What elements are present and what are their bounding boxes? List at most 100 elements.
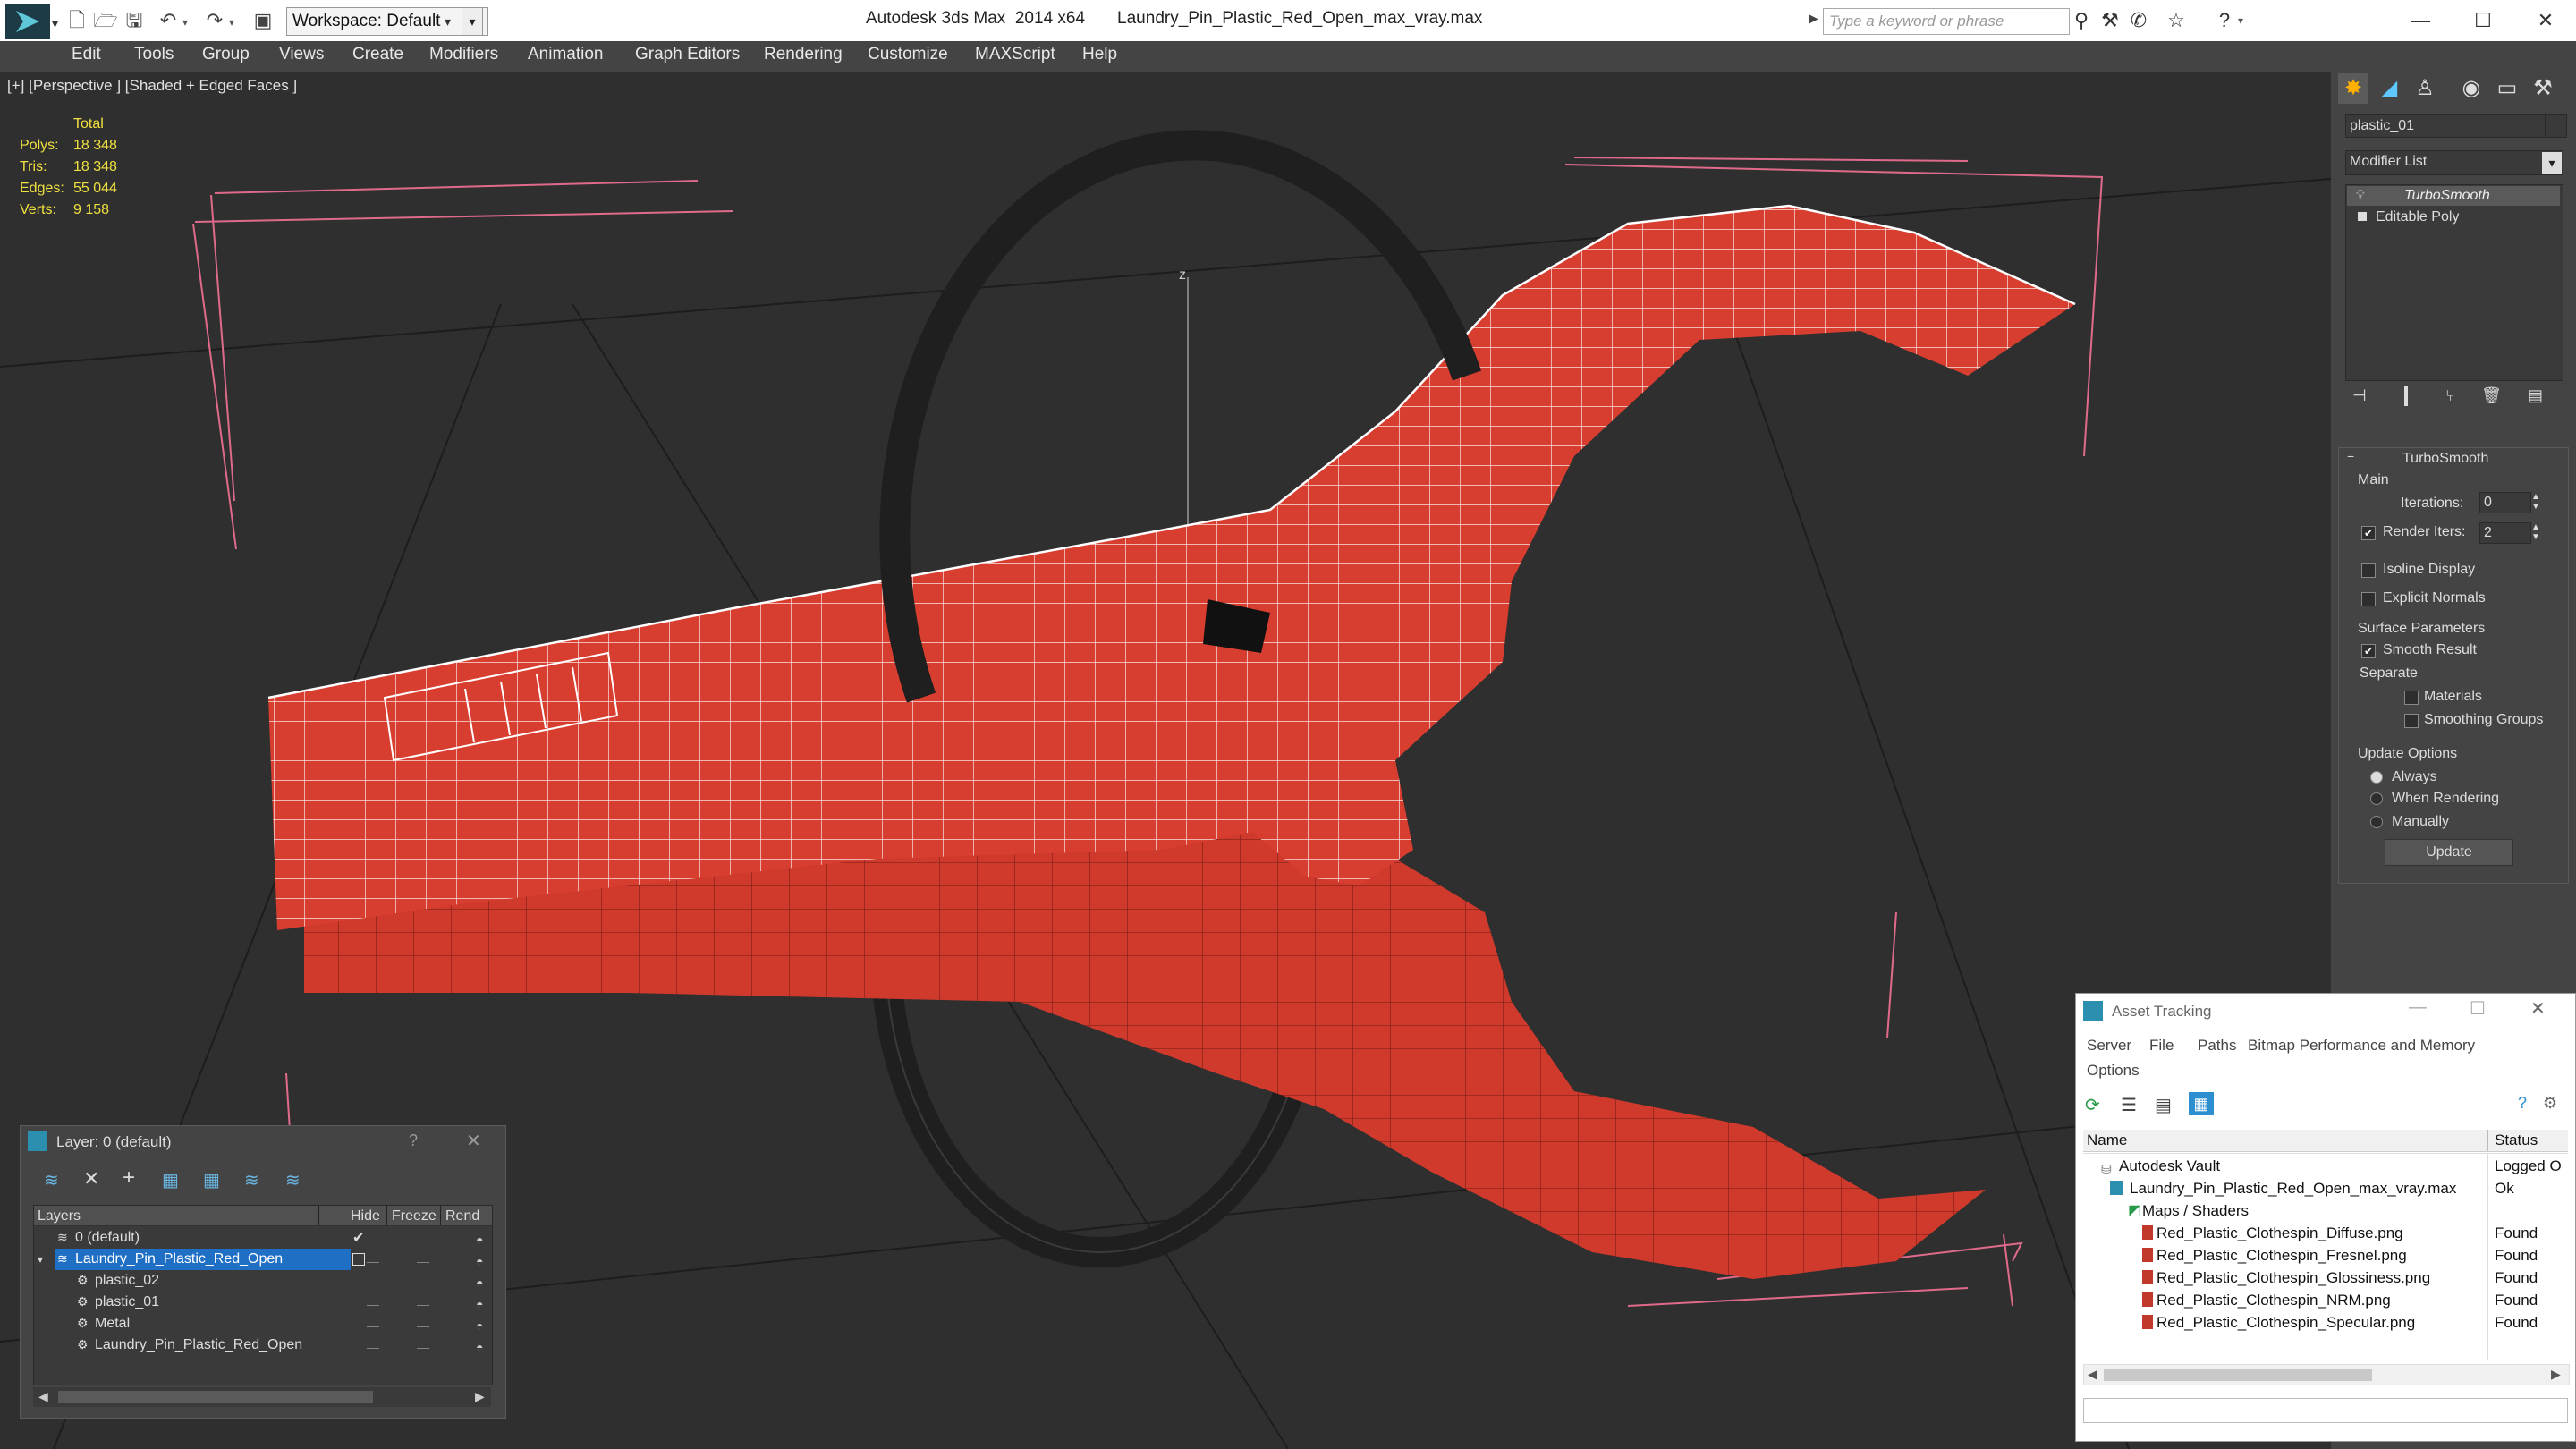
select-objects-icon[interactable]: ▦	[162, 1169, 179, 1191]
menu-edit[interactable]: Edit	[72, 45, 101, 64]
menu-rendering[interactable]: Rendering	[764, 45, 843, 64]
render-teapot-icons[interactable]: ◓ ◓ ◓ ◓ ◓ ◓	[476, 1229, 483, 1358]
asset-row[interactable]: Red_Plastic_Clothespin_Fresnel.png Found	[2083, 1244, 2568, 1267]
column-hide[interactable]: Hide	[351, 1208, 380, 1224]
help-icon[interactable]: ?	[409, 1131, 418, 1150]
object-name-field[interactable]: plastic_01	[2345, 114, 2546, 138]
column-name[interactable]: Name	[2087, 1131, 2127, 1149]
asset-row[interactable]: Laundry_Pin_Plastic_Red_Open_max_vray.ma…	[2083, 1177, 2568, 1199]
modifier-stack-item-turbosmooth[interactable]: 💡︎ TurboSmooth	[2347, 186, 2560, 206]
modifier-stack-item-editable-poly[interactable]: Editable Poly	[2347, 208, 2560, 227]
current-layer-box-icon[interactable]	[352, 1253, 365, 1266]
binoculars-icon[interactable]: ⚲	[2070, 9, 2093, 32]
smooth-result-checkbox[interactable]: ✔	[2361, 644, 2376, 658]
menu-views[interactable]: Views	[279, 45, 324, 64]
workspace-expand-button[interactable]: ▾	[462, 7, 483, 36]
delete-layer-icon[interactable]: ✕	[83, 1167, 99, 1191]
search-input[interactable]: Type a keyword or phrase	[1823, 8, 2070, 35]
workspace-dropdown[interactable]: Workspace: Default ▾	[286, 7, 488, 36]
asset-row[interactable]: ◩ Maps / Shaders	[2083, 1199, 2568, 1222]
lightbulb-icon[interactable]: 💡︎	[2356, 187, 2365, 202]
rollout-title[interactable]: TurboSmooth	[2402, 451, 2488, 467]
menu-graph-editors[interactable]: Graph Editors	[635, 45, 740, 64]
collapse-arrow-icon[interactable]: ▾	[38, 1249, 52, 1270]
column-freeze[interactable]: Freeze	[392, 1208, 436, 1224]
undo-icon[interactable]: ↶	[156, 9, 181, 32]
update-button[interactable]: Update	[2385, 839, 2513, 866]
minimize-button[interactable]: —	[2394, 5, 2447, 36]
create-tab-icon[interactable]: ✸	[2338, 73, 2368, 104]
help-icon[interactable]: ?	[2518, 1094, 2527, 1113]
asset-menu-bitmap-performance[interactable]: Bitmap Performance and Memory	[2248, 1037, 2475, 1055]
asset-menu-server[interactable]: Server	[2087, 1037, 2131, 1055]
redo-dropdown-icon[interactable]: ▾	[229, 16, 234, 29]
refresh-icon[interactable]: ⟳	[2085, 1094, 2100, 1116]
new-file-icon[interactable]: 🗋	[64, 9, 89, 32]
open-file-icon[interactable]: 🗁	[93, 9, 118, 32]
help-dropdown-icon[interactable]: ▾	[2238, 14, 2243, 27]
collapse-icon[interactable]: −	[2347, 449, 2354, 463]
undo-dropdown-icon[interactable]: ▾	[182, 16, 188, 29]
asset-path-field[interactable]	[2083, 1398, 2568, 1423]
expand-plus-icon[interactable]	[2358, 212, 2367, 221]
project-folder-icon[interactable]: ▣	[250, 9, 275, 32]
scrollbar-thumb[interactable]	[58, 1391, 373, 1403]
render-iters-spinner[interactable]: 2	[2479, 522, 2531, 544]
set-current-layer-icon[interactable]: ≋	[244, 1169, 259, 1191]
remove-modifier-icon[interactable]: 🗑︎	[2481, 386, 2502, 405]
list-view-icon[interactable]: ☰	[2121, 1094, 2137, 1116]
pin-stack-icon[interactable]: ⊣	[2352, 386, 2367, 405]
settings-icon[interactable]: ⚙	[2543, 1094, 2557, 1113]
render-iters-checkbox[interactable]: ✔	[2361, 526, 2376, 540]
asset-menu-options[interactable]: Options	[2087, 1062, 2140, 1080]
save-file-icon[interactable]: 🖫	[122, 9, 147, 32]
configure-modifier-sets-icon[interactable]: ▤	[2528, 386, 2543, 405]
menu-maxscript[interactable]: MAXScript	[975, 45, 1055, 64]
asset-row[interactable]: Red_Plastic_Clothespin_Specular.png Foun…	[2083, 1311, 2568, 1334]
display-tab-icon[interactable]: ▭	[2492, 73, 2522, 104]
column-layers[interactable]: Layers	[38, 1208, 80, 1224]
redo-icon[interactable]: ↷	[202, 9, 227, 32]
create-layer-icon[interactable]: ≋	[44, 1169, 59, 1191]
hide-toggles[interactable]: — — — — — —	[367, 1229, 379, 1358]
modify-tab-icon[interactable]: ◢	[2374, 73, 2404, 104]
close-button[interactable]: ✕	[2519, 5, 2572, 36]
scroll-right-icon[interactable]: ▶	[2551, 1367, 2561, 1382]
communication-icon[interactable]: ✆	[2127, 9, 2150, 32]
asset-menu-paths[interactable]: Paths	[2198, 1037, 2236, 1055]
menu-tools[interactable]: Tools	[134, 45, 174, 64]
scroll-left-icon[interactable]: ◀	[38, 1389, 48, 1404]
make-unique-icon[interactable]: ⑂	[2445, 386, 2455, 405]
search-expand-icon[interactable]: ▶	[1809, 11, 1818, 26]
modifier-list-dropdown[interactable]: Modifier List	[2345, 150, 2563, 175]
object-color-swatch[interactable]	[2546, 114, 2567, 138]
when-rendering-radio[interactable]	[2370, 792, 2383, 805]
manually-radio[interactable]	[2370, 816, 2383, 828]
show-end-result-icon[interactable]	[2404, 386, 2422, 406]
always-radio[interactable]	[2370, 771, 2383, 784]
isoline-display-checkbox[interactable]	[2361, 564, 2376, 578]
viewport-label[interactable]: [+] [Perspective ] [Shaded + Edged Faces…	[7, 77, 297, 95]
chevron-down-icon[interactable]: ▾	[2542, 152, 2562, 174]
menu-create[interactable]: Create	[352, 45, 403, 64]
maximize-button[interactable]: ☐	[2470, 997, 2486, 1020]
render-iters-spinner-arrows-icon[interactable]: ▲ ▼	[2531, 522, 2540, 542]
utilities-tab-icon[interactable]: ⚒	[2528, 73, 2558, 104]
motion-tab-icon[interactable]: ◉	[2456, 73, 2487, 104]
freeze-toggles[interactable]: — — — — — —	[417, 1229, 429, 1358]
explicit-normals-checkbox[interactable]	[2361, 592, 2376, 606]
asset-row[interactable]: Red_Plastic_Clothespin_NRM.png Found	[2083, 1289, 2568, 1311]
scrollbar-thumb[interactable]	[2104, 1368, 2372, 1381]
smoothing-groups-checkbox[interactable]	[2404, 714, 2419, 728]
materials-checkbox[interactable]	[2404, 691, 2419, 705]
favorites-star-icon[interactable]: ☆	[2165, 9, 2188, 32]
asset-row[interactable]: Red_Plastic_Clothespin_Glossiness.png Fo…	[2083, 1267, 2568, 1289]
table-view-icon[interactable]: ▤	[2155, 1094, 2172, 1116]
scroll-right-icon[interactable]: ▶	[475, 1389, 485, 1404]
horizontal-scrollbar[interactable]: ◀ ▶	[33, 1387, 491, 1407]
asset-row[interactable]: ⛁ Autodesk Vault Logged O	[2083, 1155, 2568, 1177]
menu-modifiers[interactable]: Modifiers	[429, 45, 498, 64]
asset-row[interactable]: Red_Plastic_Clothespin_Diffuse.png Found	[2083, 1222, 2568, 1244]
scroll-left-icon[interactable]: ◀	[2088, 1367, 2097, 1382]
close-icon[interactable]: ✕	[466, 1130, 481, 1152]
